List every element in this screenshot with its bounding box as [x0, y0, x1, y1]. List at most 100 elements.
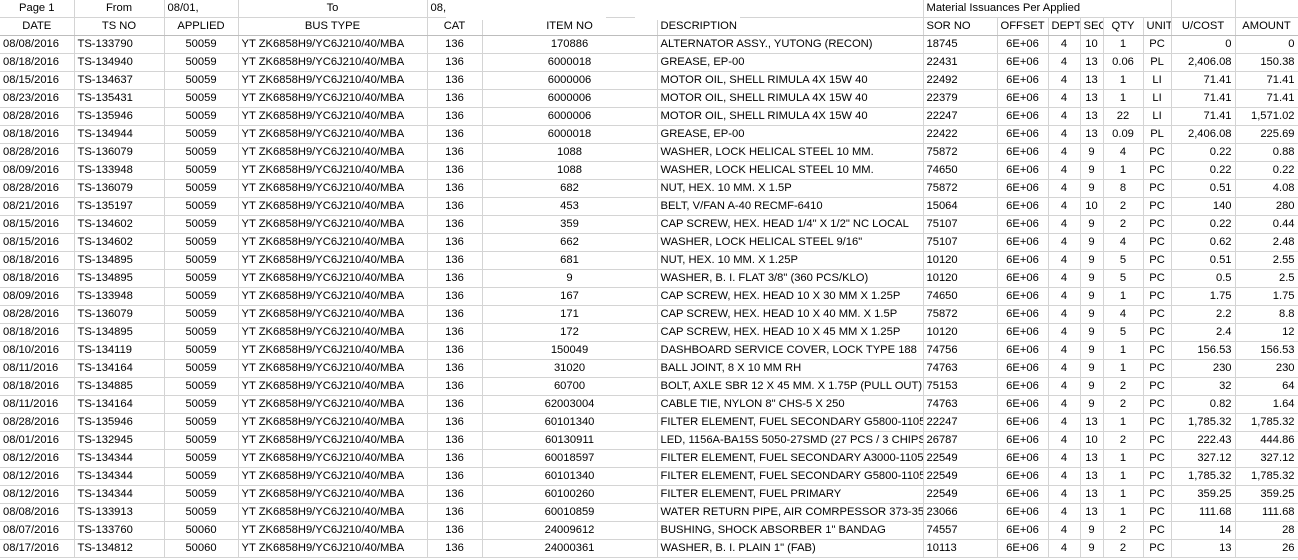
- unit-cost-cell[interactable]: 0.51: [1171, 251, 1236, 270]
- bus-type-cell[interactable]: YT ZK6858H9/YC6J210/40/MBA: [238, 503, 428, 522]
- cat-cell[interactable]: 136: [427, 431, 483, 450]
- unit-cell[interactable]: PC: [1143, 467, 1172, 486]
- bus-type-cell[interactable]: YT ZK6858H9/YC6J210/40/MBA: [238, 35, 428, 54]
- bus-type-cell[interactable]: YT ZK6858H9/YC6J210/40/MBA: [238, 359, 428, 378]
- ts-no-cell[interactable]: TS-134895: [74, 251, 165, 270]
- empty-cell[interactable]: [1143, 0, 1172, 18]
- sor-no-cell[interactable]: 22431: [923, 53, 998, 72]
- cat-cell[interactable]: 136: [427, 215, 483, 234]
- unit-cost-cell[interactable]: 13: [1171, 539, 1236, 558]
- ts-no-cell[interactable]: TS-134164: [74, 395, 165, 414]
- offset-cell[interactable]: 6E+06: [997, 161, 1049, 180]
- sec-cell[interactable]: 9: [1080, 521, 1104, 540]
- date-cell[interactable]: 08/17/2016: [0, 539, 75, 558]
- item-no-cell[interactable]: 60101340: [482, 467, 658, 486]
- unit-cell[interactable]: PC: [1143, 377, 1172, 396]
- sor-no-cell[interactable]: 75107: [923, 233, 998, 252]
- unit-cost-cell[interactable]: 2,406.08: [1171, 125, 1236, 144]
- dept-cell[interactable]: 4: [1048, 269, 1081, 288]
- ts-no-cell[interactable]: TS-135946: [74, 413, 165, 432]
- applied-cell[interactable]: 50059: [164, 215, 239, 234]
- bus-type-cell[interactable]: YT ZK6858H9/YC6J210/40/MBA: [238, 125, 428, 144]
- applied-cell[interactable]: 50059: [164, 503, 239, 522]
- description-cell[interactable]: WATER RETURN PIPE, AIR COMRPESSOR 373-35…: [657, 503, 924, 522]
- unit-cost-cell[interactable]: 71.41: [1171, 89, 1236, 108]
- cat-cell[interactable]: 136: [427, 521, 483, 540]
- sor-no-cell[interactable]: 22379: [923, 89, 998, 108]
- date-cell[interactable]: 08/11/2016: [0, 395, 75, 414]
- bus-type-cell[interactable]: YT ZK6858H9/YC6J210/40/MBA: [238, 143, 428, 162]
- qty-cell[interactable]: 1: [1103, 89, 1144, 108]
- date-cell[interactable]: 08/11/2016: [0, 359, 75, 378]
- bus-type-cell[interactable]: YT ZK6858H9/YC6J210/40/MBA: [238, 341, 428, 360]
- cat-cell[interactable]: 136: [427, 449, 483, 468]
- cat-cell[interactable]: 136: [427, 251, 483, 270]
- amount-cell[interactable]: 8.8: [1235, 305, 1298, 324]
- empty-cell[interactable]: [1171, 0, 1236, 18]
- offset-cell[interactable]: 6E+06: [997, 53, 1049, 72]
- sec-cell[interactable]: 13: [1080, 413, 1104, 432]
- unit-cost-cell[interactable]: 71.41: [1171, 107, 1236, 126]
- applied-cell[interactable]: 50059: [164, 35, 239, 54]
- ts-no-cell[interactable]: TS-133948: [74, 287, 165, 306]
- offset-cell[interactable]: 6E+06: [997, 341, 1049, 360]
- bus-type-cell[interactable]: YT ZK6858H9/YC6J210/40/MBA: [238, 107, 428, 126]
- unit-cell[interactable]: PC: [1143, 449, 1172, 468]
- description-cell[interactable]: CABLE TIE, NYLON 8" CHS-5 X 250: [657, 395, 924, 414]
- description-cell[interactable]: GREASE, EP-00: [657, 53, 924, 72]
- applied-cell[interactable]: 50059: [164, 269, 239, 288]
- description-cell[interactable]: CAP SCREW, HEX. HEAD 10 X 30 MM X 1.25P: [657, 287, 924, 306]
- cat-cell[interactable]: 136: [427, 89, 483, 108]
- offset-cell[interactable]: 6E+06: [997, 287, 1049, 306]
- sec-cell[interactable]: 9: [1080, 251, 1104, 270]
- item-no-cell[interactable]: 6000006: [482, 107, 658, 126]
- offset-cell[interactable]: 6E+06: [997, 377, 1049, 396]
- offset-cell[interactable]: 6E+06: [997, 35, 1049, 54]
- dept-cell[interactable]: 4: [1048, 431, 1081, 450]
- sec-cell[interactable]: 13: [1080, 53, 1104, 72]
- header-dept[interactable]: DEPT: [1048, 17, 1081, 36]
- amount-cell[interactable]: 0.22: [1235, 161, 1298, 180]
- item-no-cell[interactable]: 62003004: [482, 395, 658, 414]
- date-cell[interactable]: 08/28/2016: [0, 179, 75, 198]
- offset-cell[interactable]: 6E+06: [997, 359, 1049, 378]
- offset-cell[interactable]: 6E+06: [997, 503, 1049, 522]
- applied-cell[interactable]: 50059: [164, 53, 239, 72]
- dept-cell[interactable]: 4: [1048, 377, 1081, 396]
- offset-cell[interactable]: 6E+06: [997, 89, 1049, 108]
- qty-cell[interactable]: 0.09: [1103, 125, 1144, 144]
- bus-type-cell[interactable]: YT ZK6858H9/YC6J210/40/MBA: [238, 305, 428, 324]
- cat-cell[interactable]: 136: [427, 107, 483, 126]
- item-no-cell[interactable]: 171: [482, 305, 658, 324]
- unit-cell[interactable]: LI: [1143, 71, 1172, 90]
- bus-type-cell[interactable]: YT ZK6858H9/YC6J210/40/MBA: [238, 539, 428, 558]
- unit-cell[interactable]: PC: [1143, 323, 1172, 342]
- header-unit-cost[interactable]: U/COST: [1171, 17, 1236, 36]
- dept-cell[interactable]: 4: [1048, 323, 1081, 342]
- description-cell[interactable]: MOTOR OIL, SHELL RIMULA 4X 15W 40: [657, 89, 924, 108]
- offset-cell[interactable]: 6E+06: [997, 431, 1049, 450]
- item-no-cell[interactable]: 31020: [482, 359, 658, 378]
- unit-cell[interactable]: LI: [1143, 107, 1172, 126]
- item-no-cell[interactable]: 9: [482, 269, 658, 288]
- date-cell[interactable]: 08/08/2016: [0, 503, 75, 522]
- unit-cost-cell[interactable]: 0.22: [1171, 143, 1236, 162]
- unit-cell[interactable]: PC: [1143, 503, 1172, 522]
- date-cell[interactable]: 08/28/2016: [0, 143, 75, 162]
- amount-cell[interactable]: 26: [1235, 539, 1298, 558]
- amount-cell[interactable]: 225.69: [1235, 125, 1298, 144]
- dept-cell[interactable]: 4: [1048, 341, 1081, 360]
- cat-cell[interactable]: 136: [427, 197, 483, 216]
- amount-cell[interactable]: 12: [1235, 323, 1298, 342]
- unit-cell[interactable]: PC: [1143, 233, 1172, 252]
- dept-cell[interactable]: 4: [1048, 53, 1081, 72]
- amount-cell[interactable]: 0.44: [1235, 215, 1298, 234]
- unit-cost-cell[interactable]: 156.53: [1171, 341, 1236, 360]
- ts-no-cell[interactable]: TS-133760: [74, 521, 165, 540]
- bus-type-cell[interactable]: YT ZK6858H9/YC6J210/40/MBA: [238, 377, 428, 396]
- ts-no-cell[interactable]: TS-135431: [74, 89, 165, 108]
- sor-no-cell[interactable]: 10120: [923, 251, 998, 270]
- header-cat[interactable]: CAT: [427, 17, 483, 36]
- bus-type-cell[interactable]: YT ZK6858H9/YC6J210/40/MBA: [238, 467, 428, 486]
- sor-no-cell[interactable]: 18745: [923, 35, 998, 54]
